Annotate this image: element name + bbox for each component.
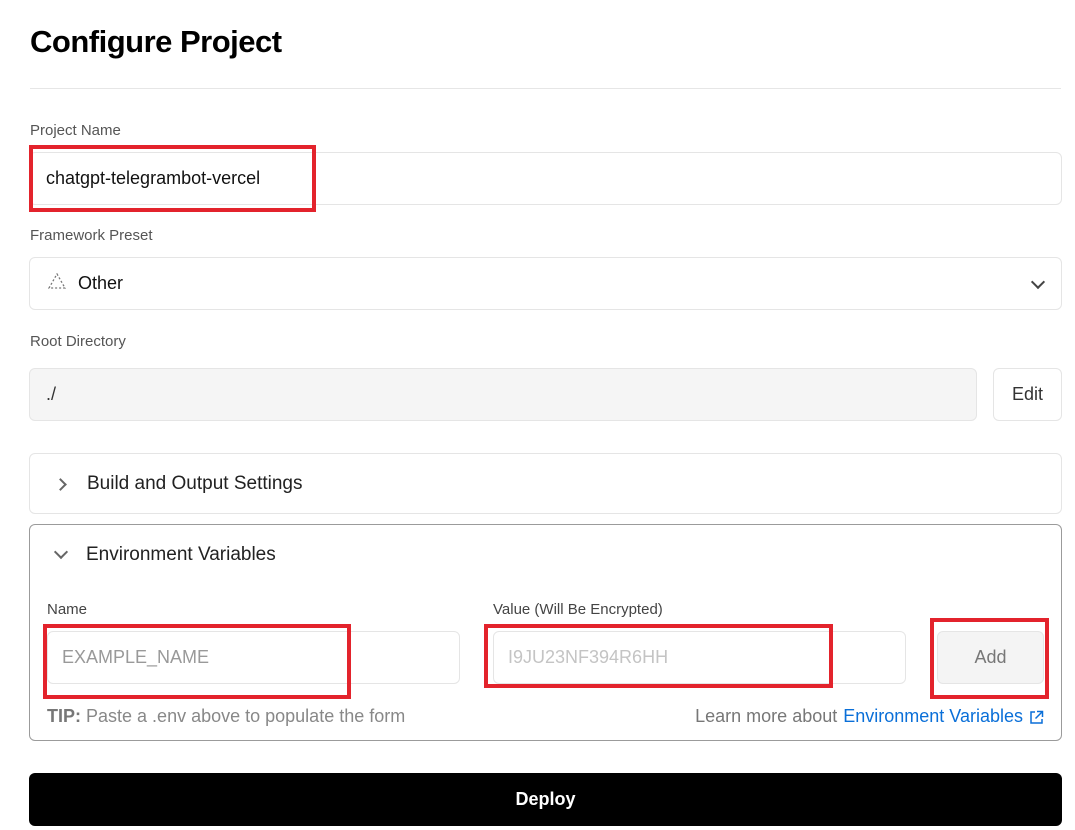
env-value-placeholder: I9JU23NF394R6HH (508, 647, 669, 667)
env-name-placeholder: EXAMPLE_NAME (62, 647, 210, 667)
project-name-input[interactable]: chatgpt-telegrambot-vercel (29, 152, 1062, 205)
deploy-button[interactable]: Deploy (29, 773, 1062, 826)
env-vars-toggle[interactable]: Environment Variables (53, 544, 276, 566)
env-name-label: Name (47, 601, 88, 618)
triangle-outline-icon (47, 272, 67, 294)
project-name-label: Project Name (30, 122, 121, 139)
env-tip: TIP: Paste a .env above to populate the … (47, 706, 405, 727)
env-name-input[interactable]: EXAMPLE_NAME (47, 631, 460, 684)
env-value-label: Value (Will Be Encrypted) (493, 601, 663, 618)
root-directory-input: ./ (29, 368, 977, 421)
env-vars-label: Environment Variables (86, 544, 276, 565)
root-directory-value: ./ (46, 384, 57, 404)
title-divider (30, 88, 1061, 89)
learn-more: Learn more about Environment Variables (695, 706, 1044, 727)
chevron-right-icon (54, 477, 67, 491)
build-settings-panel: Build and Output Settings (29, 453, 1062, 514)
page-title: Configure Project (30, 24, 282, 59)
env-vars-docs-link[interactable]: Environment Variables (843, 706, 1023, 727)
add-env-var-button[interactable]: Add (937, 631, 1044, 684)
external-link-icon[interactable] (1029, 709, 1044, 724)
build-settings-label: Build and Output Settings (87, 473, 303, 494)
framework-preset-label: Framework Preset (30, 227, 153, 244)
framework-preset-value: Other (78, 273, 124, 293)
root-directory-label: Root Directory (30, 333, 126, 350)
env-value-input[interactable]: I9JU23NF394R6HH (493, 631, 906, 684)
edit-root-directory-button[interactable]: Edit (993, 368, 1062, 421)
chevron-down-icon (53, 544, 69, 560)
tip-text: Paste a .env above to populate the form (86, 706, 406, 726)
framework-preset-select[interactable]: Other (29, 257, 1062, 310)
chevron-down-icon (1030, 274, 1046, 289)
learn-more-text: Learn more about (695, 706, 838, 726)
project-name-value: chatgpt-telegrambot-vercel (46, 168, 261, 188)
build-settings-toggle[interactable]: Build and Output Settings (54, 473, 302, 495)
tip-prefix: TIP: (47, 706, 81, 726)
